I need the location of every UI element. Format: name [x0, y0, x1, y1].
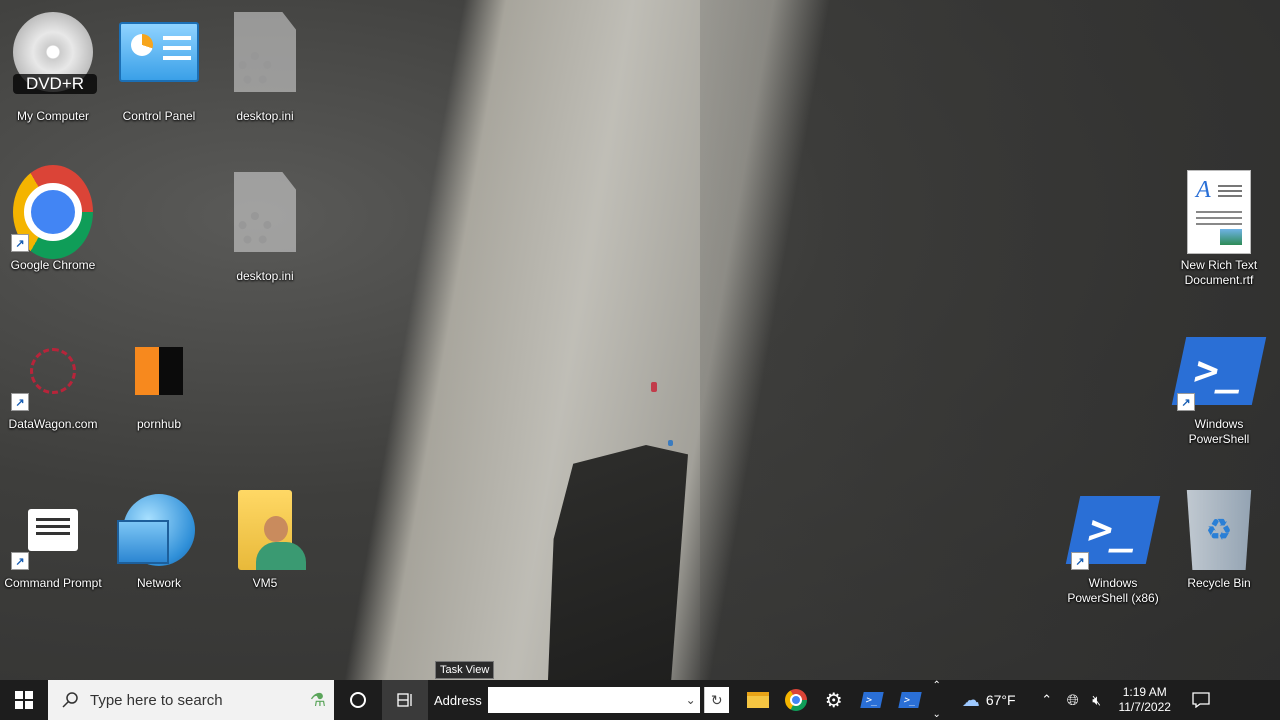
- taskbar: Type here to search ⚗ Address ⌄ ↻ ⚙ >_ >…: [0, 680, 1280, 720]
- desktop-icon-label: Windows PowerShell: [1188, 417, 1250, 446]
- search-placeholder: Type here to search: [90, 691, 223, 709]
- globe-icon: 🌐︎: [1066, 691, 1079, 709]
- refresh-icon: ↻: [710, 691, 723, 708]
- desktop-icon-desktop-ini-1[interactable]: desktop.ini: [212, 12, 318, 124]
- shortcut-arrow-icon: ↗: [11, 393, 29, 411]
- search-icon: [62, 692, 78, 708]
- command-prompt-icon: [28, 509, 78, 551]
- desktop-icon-label: Control Panel: [122, 109, 196, 123]
- desktop-icon-label: Command Prompt: [4, 576, 102, 590]
- datawagon-icon: [30, 348, 76, 394]
- task-view-tooltip: Task View: [435, 661, 495, 679]
- taskbar-settings[interactable]: ⚙: [815, 680, 853, 720]
- network-tray-button[interactable]: 🌐︎: [1061, 680, 1085, 720]
- desktop-icon-label: My Computer: [16, 109, 90, 123]
- climber-figure: [668, 440, 673, 446]
- desktop-icon-windows-powershell[interactable]: >_ ↗ Windows PowerShell: [1166, 331, 1272, 447]
- desktop-icon-label: DataWagon.com: [8, 417, 98, 431]
- notification-icon: [1192, 692, 1210, 708]
- shortcut-arrow-icon: ↗: [11, 552, 29, 570]
- desktop-icon-recycle-bin[interactable]: ♻ Recycle Bin: [1166, 490, 1272, 591]
- clock-time: 1:19 AM: [1122, 685, 1167, 699]
- show-hidden-icons-button[interactable]: ⌃: [1033, 680, 1061, 720]
- shortcut-arrow-icon: ↗: [1071, 552, 1089, 570]
- address-go-button[interactable]: ↻: [703, 687, 729, 713]
- action-center-button[interactable]: [1181, 680, 1221, 720]
- search-highlight-icon: ⚗: [309, 689, 326, 710]
- taskbar-chrome[interactable]: [777, 680, 815, 720]
- task-view-button[interactable]: [382, 680, 428, 720]
- recycle-bin-icon: ♻: [1186, 490, 1252, 570]
- desktop-icon-label: VM5: [252, 576, 278, 590]
- network-globe-icon: [117, 494, 195, 566]
- chevron-up-icon: ⌃: [1041, 692, 1053, 707]
- control-panel-icon: [119, 22, 199, 82]
- cortana-circle-icon: [350, 692, 366, 708]
- clock-date: 11/7/2022: [1118, 700, 1171, 714]
- clock[interactable]: 1:19 AM 11/7/2022: [1109, 680, 1181, 720]
- weather-widget[interactable]: ☁ 67°F: [949, 680, 1029, 720]
- toolbar-scroll[interactable]: ⌃ ⌄: [929, 680, 945, 720]
- dvd-badge: DVD+R: [13, 74, 97, 94]
- task-view-icon: [397, 693, 412, 707]
- weather-cloud-icon: ☁: [961, 689, 980, 710]
- rich-text-document-icon: A: [1187, 170, 1251, 254]
- volume-tray-button[interactable]: 🔇︎: [1085, 680, 1109, 720]
- shortcut-arrow-icon: ↗: [11, 234, 29, 252]
- desktop-icon-rtf-document[interactable]: A New Rich Text Document.rtf: [1166, 170, 1272, 288]
- taskbar-powershell[interactable]: >_: [853, 680, 891, 720]
- address-toolbar: Address ⌄ ↻: [434, 680, 729, 720]
- desktop-icon-desktop-ini-2[interactable]: desktop.ini: [212, 172, 318, 284]
- address-input[interactable]: ⌄: [487, 687, 700, 713]
- desktop-icon-datawagon[interactable]: ↗ DataWagon.com: [0, 331, 106, 432]
- desktop-icon-vm5[interactable]: VM5: [212, 490, 318, 591]
- wallpaper-rock: [548, 445, 688, 680]
- desktop-icon-label: pornhub: [136, 417, 182, 431]
- start-button[interactable]: [0, 680, 48, 720]
- taskbar-search-box[interactable]: Type here to search ⚗: [48, 680, 334, 720]
- desktop-icon-label: Google Chrome: [10, 258, 96, 272]
- windows-logo-icon: [15, 691, 33, 709]
- user-folder-icon: [238, 490, 306, 570]
- taskbar-powershell-x86[interactable]: >_: [891, 680, 929, 720]
- chevron-down-icon[interactable]: ⌄: [933, 709, 941, 720]
- desktop-icon-google-chrome[interactable]: ↗ Google Chrome: [0, 165, 106, 273]
- chrome-icon: [784, 689, 807, 711]
- settings-file-icon: [234, 172, 296, 252]
- site-shortcut-icon: [135, 347, 183, 395]
- weather-temp: 67°F: [985, 692, 1016, 708]
- folder-icon: [746, 692, 769, 708]
- desktop-icon-network[interactable]: Network: [106, 490, 212, 591]
- cortana-button[interactable]: [334, 680, 382, 720]
- chevron-down-icon[interactable]: ⌄: [682, 693, 700, 707]
- gear-icon: ⚙: [824, 689, 843, 712]
- shortcut-arrow-icon: ↗: [1177, 393, 1195, 411]
- taskbar-file-explorer[interactable]: [739, 680, 777, 720]
- desktop-icon-control-panel[interactable]: Control Panel: [106, 12, 212, 124]
- desktop-icon-label: New Rich Text Document.rtf: [1180, 258, 1258, 287]
- desktop-icon-label: Network: [136, 576, 181, 590]
- settings-file-icon: [234, 12, 296, 92]
- desktop-icon-label: Windows PowerShell (x86): [1067, 576, 1159, 605]
- desktop-icon-label: Recycle Bin: [1187, 576, 1251, 590]
- powershell-icon: >_: [860, 692, 884, 708]
- desktop-icon-my-computer[interactable]: DVD+R My Computer: [0, 12, 106, 124]
- chevron-up-icon[interactable]: ⌃: [933, 680, 941, 691]
- desktop-icon-label: desktop.ini: [236, 269, 294, 283]
- address-label: Address: [434, 692, 482, 708]
- desktop-icon-label: desktop.ini: [236, 109, 294, 123]
- volume-muted-icon: 🔇︎: [1092, 691, 1102, 708]
- powershell-icon: >_: [898, 692, 922, 708]
- desktop-icon-pornhub[interactable]: pornhub: [106, 331, 212, 432]
- climber-figure: [651, 382, 657, 392]
- desktop-icon-command-prompt[interactable]: ↗ Command Prompt: [0, 490, 106, 591]
- desktop-icon-windows-powershell-x86[interactable]: >_ ↗ Windows PowerShell (x86): [1060, 490, 1166, 606]
